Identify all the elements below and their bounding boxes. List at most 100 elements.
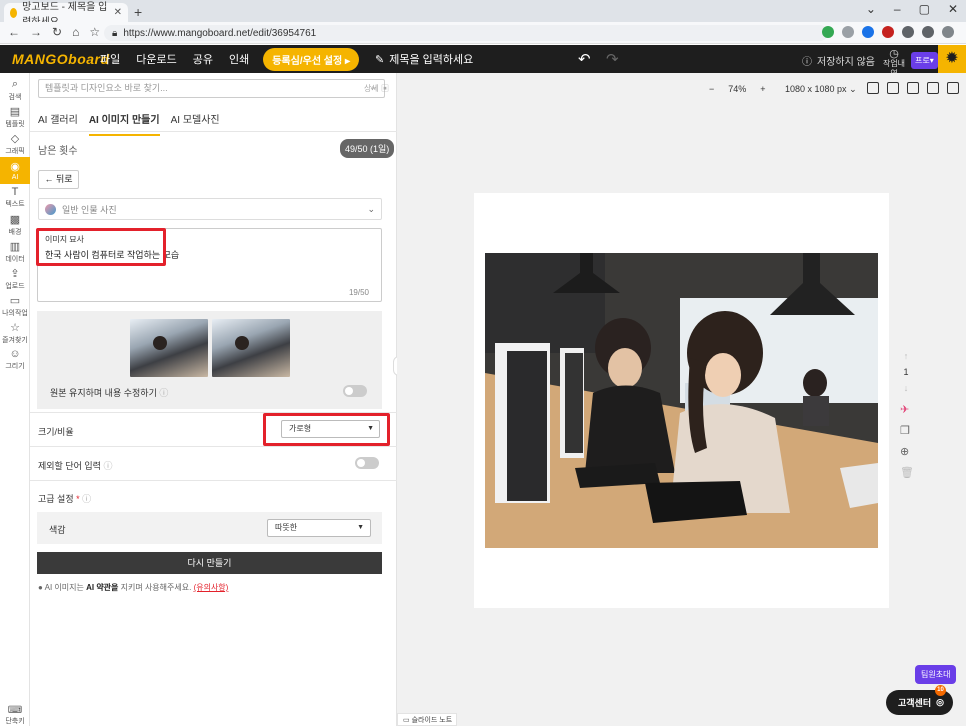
delete-page-icon[interactable]: 🗑︎	[900, 466, 914, 479]
add-page-icon[interactable]: ⊕	[900, 445, 914, 458]
keep-original-toggle[interactable]	[343, 385, 367, 397]
regenerate-button[interactable]: 다시 만들기	[37, 552, 382, 574]
url-text: https://www.mangoboard.net/edit/36954761	[123, 27, 317, 39]
redo-icon[interactable]: ↷	[606, 50, 619, 68]
canvas-tools	[867, 82, 959, 94]
grid-icon[interactable]	[947, 82, 959, 94]
remain-label: 남은 횟수	[38, 146, 78, 157]
character-count: 19/50	[348, 288, 369, 297]
undo-icon[interactable]: ↶	[578, 50, 591, 68]
chevron-down-icon[interactable]: ⌄	[866, 2, 876, 16]
tab-ai-model-photo[interactable]: AI 모델사진	[171, 111, 220, 136]
mangoboard-logo[interactable]: MANGOboard	[12, 51, 109, 67]
shortcuts-button[interactable]: ⌨ 단축키	[0, 705, 30, 726]
rail-item-star[interactable]: ☆ 즐겨찾기	[0, 319, 30, 346]
exclude-words-label: 제외할 단어 입력 ⓘ	[38, 461, 113, 471]
rail-item-background[interactable]: ▩ 배경	[0, 211, 30, 238]
result-thumbnail[interactable]	[130, 319, 208, 377]
browser-tab[interactable]: 망고보드 - 제목을 입력하세요 ✕	[4, 2, 128, 28]
page-up-icon[interactable]: ↑	[899, 348, 913, 364]
gear-icon[interactable]: ✹	[938, 45, 966, 73]
usage-notice: ● AI 이미지는 AI 약관을 지키며 사용해주세요. (유의사항)	[38, 583, 229, 592]
close-tab-icon[interactable]: ✕	[114, 7, 122, 18]
template-search-input[interactable]: 템플릿과 디자인요소 바로 찾기... ↵	[38, 79, 385, 98]
shortcuts-label: 단축키	[5, 718, 25, 725]
share-settings-button[interactable]: 등록심/우선 설정 ▸	[263, 47, 360, 71]
help-icon[interactable]: ⓘ	[82, 494, 91, 504]
result-thumbnail[interactable]	[212, 319, 290, 377]
crop-icon[interactable]	[887, 82, 899, 94]
title-input[interactable]: ✎ 제목을 입력하세요	[375, 51, 473, 67]
invite-tooltip[interactable]: 팀원초대	[915, 665, 957, 684]
notice-link[interactable]: (유의사항)	[194, 583, 229, 592]
rail-item-my-work[interactable]: ▭ 나의작업	[0, 292, 30, 319]
tone-select[interactable]: 따뜻한 ▼	[267, 519, 371, 537]
rail-item-search[interactable]: ⌕ 검색	[0, 76, 30, 103]
extension-icon[interactable]	[822, 26, 834, 38]
extension-icon[interactable]	[902, 26, 914, 38]
customer-center-button[interactable]: 고객센터 ◎ 10	[886, 685, 953, 715]
rail-item-ai[interactable]: ◉ AI	[0, 157, 30, 184]
page-size-select[interactable]: 1080 x 1080 px ⌄	[785, 84, 857, 95]
photo-illustration	[485, 253, 878, 548]
zoom-in-icon[interactable]: +	[760, 84, 765, 94]
menu-share[interactable]: 공유	[193, 51, 213, 67]
result-images: 원본 유지하며 내용 수정하기 ⓘ	[37, 311, 382, 409]
page-down-icon[interactable]: ↓	[899, 380, 913, 396]
help-icon[interactable]: ⓘ	[103, 461, 112, 471]
new-tab-icon[interactable]: +	[134, 4, 142, 20]
back-button[interactable]: ← 뒤로	[38, 170, 79, 189]
reload-icon[interactable]: ↻	[52, 25, 62, 39]
highlight-box	[263, 413, 390, 446]
rocket-icon[interactable]: ✈	[900, 403, 914, 416]
rail-item-chart[interactable]: ▥ 데이터	[0, 238, 30, 265]
detail-search-button[interactable]: 상세 ▣	[364, 83, 389, 94]
rail-item-draw[interactable]: ☺ 그리기	[0, 346, 30, 373]
extension-icon[interactable]	[862, 26, 874, 38]
info-icon: ⓘ	[802, 57, 812, 68]
slide-note-button[interactable]: ▭ 슬라이드 노트	[397, 713, 457, 726]
zoom-out-icon[interactable]: −	[709, 84, 714, 94]
tab-ai-image-create[interactable]: AI 이미지 만들기	[88, 111, 160, 136]
keyboard-icon: ⌨	[7, 705, 23, 716]
help-icon[interactable]: ⓘ	[159, 388, 168, 398]
rail-item-upload[interactable]: ⇪ 업로드	[0, 265, 30, 292]
rail-item-text[interactable]: T 텍스트	[0, 184, 30, 211]
forward-icon[interactable]: →	[30, 25, 42, 39]
window-controls: ⌄ – ▢ ✕	[866, 2, 958, 16]
rail-item-template[interactable]: ▤ 템플릿	[0, 103, 30, 130]
notification-badge: 10	[935, 685, 946, 696]
menu-file[interactable]: 파일	[100, 51, 120, 67]
rail-item-label: 템플릿	[5, 120, 25, 128]
rail-item-label: 업로드	[5, 282, 25, 290]
design-page[interactable]	[474, 193, 889, 608]
plan-badge[interactable]: 프로▾	[911, 52, 938, 69]
back-icon[interactable]: ←	[8, 25, 20, 39]
style-select[interactable]: 일반 인물 사진 ⌄	[38, 198, 382, 220]
tab-ai-gallery[interactable]: AI 갤러리	[38, 111, 78, 136]
url-field[interactable]: 🔒︎ https://www.mangoboard.net/edit/36954…	[104, 25, 828, 41]
fit-icon[interactable]	[907, 82, 919, 94]
tone-label: 색감	[49, 525, 66, 535]
preview-icon[interactable]	[927, 82, 939, 94]
save-status: ⓘ 저장하지 않음	[802, 53, 875, 68]
profile-avatar[interactable]	[942, 26, 954, 38]
extension-icon[interactable]	[882, 26, 894, 38]
zoom-level[interactable]: 74%	[728, 84, 746, 94]
menu-download[interactable]: 다운로드	[136, 51, 176, 67]
layers-icon[interactable]	[867, 82, 879, 94]
minimize-icon[interactable]: –	[894, 2, 901, 16]
download-icon[interactable]	[922, 26, 934, 38]
rail-item-elements[interactable]: ◇ 그래픽	[0, 130, 30, 157]
extension-icon[interactable]	[842, 26, 854, 38]
generated-photo[interactable]	[485, 253, 878, 548]
zoom-control: − 74% +	[709, 84, 766, 94]
bookmark-icon[interactable]: ☆	[89, 25, 100, 39]
rail-item-label: AI	[11, 174, 19, 181]
menu-print[interactable]: 인쇄	[229, 51, 249, 67]
duplicate-page-icon[interactable]: ❐	[900, 424, 914, 437]
close-window-icon[interactable]: ✕	[948, 2, 958, 16]
maximize-icon[interactable]: ▢	[919, 2, 930, 16]
home-icon[interactable]: ⌂	[72, 25, 79, 39]
exclude-words-toggle[interactable]	[355, 457, 379, 469]
